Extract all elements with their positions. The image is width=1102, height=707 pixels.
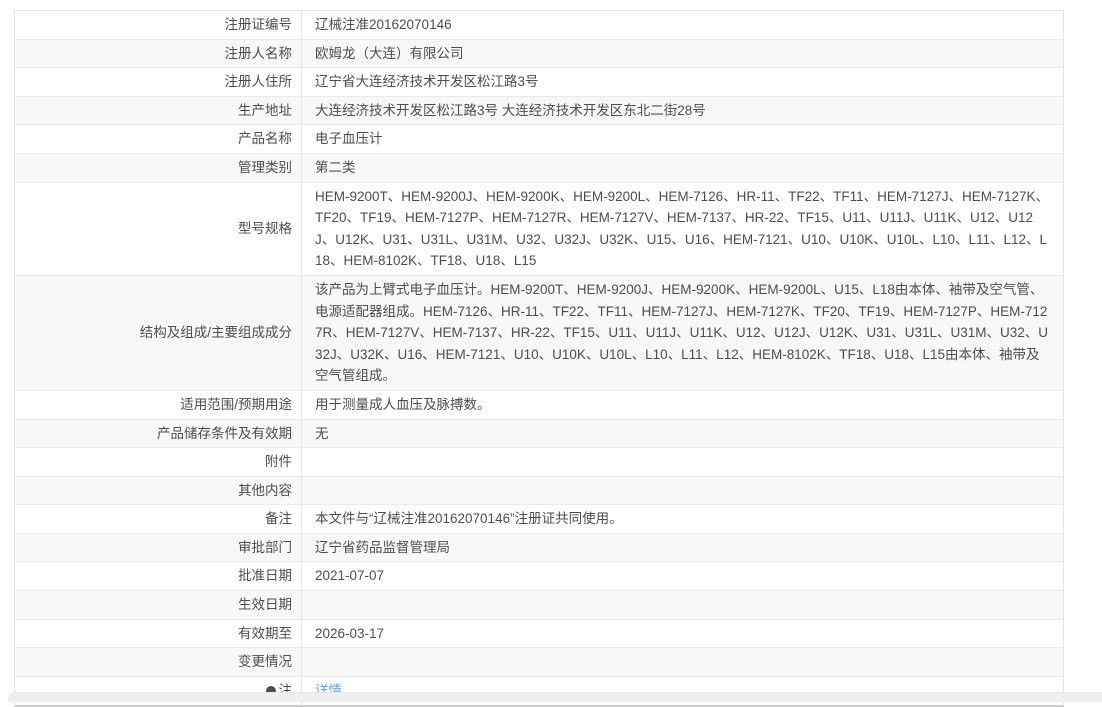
table-row: 附件 (15, 448, 1063, 477)
registration-info-table: 注册证编号 辽械注准20162070146 注册人名称 欧姆龙（大连）有限公司注册人住… (14, 10, 1064, 707)
table-row: 生产地址 大连经济技术开发区松江路3号 大连经济技术开发区东北二街28号 (15, 96, 1063, 126)
row-label: 生效日期 (15, 591, 302, 619)
row-label: 产品名称 (15, 125, 302, 153)
row-label-text: 管理类别 (238, 159, 292, 175)
table-row: 审批部门 辽宁省药品监督管理局 (15, 533, 1063, 563)
row-label: 注册人名称 (15, 39, 302, 68)
row-value (302, 448, 1063, 476)
row-label: 有效期至 (15, 619, 302, 648)
row-value-text: 电子血压计 (315, 131, 383, 147)
row-label-text: 备注 (265, 511, 292, 527)
row-label: 审批部门 (15, 533, 302, 562)
row-value: 第二类 (302, 154, 1063, 182)
row-value: 辽宁省药品监督管理局 (302, 534, 1063, 562)
table-row: 注册人名称 欧姆龙（大连）有限公司 (15, 39, 1063, 69)
row-label-text: 结构及组成/主要组成成分 (139, 325, 292, 341)
row-label-text: 产品储存条件及有效期 (157, 425, 292, 441)
table-row: 适用范围/预期用途 用于测量成人血压及脉搏数。 (15, 390, 1063, 420)
row-value-text: 辽械注准20162070146 (315, 17, 452, 32)
row-value: HEM-9200T、HEM-9200J、HEM-9200K、HEM-9200L、… (302, 183, 1063, 275)
row-label-text: 附件 (265, 454, 292, 470)
row-label-text: 生产地址 (238, 102, 292, 118)
row-label-text: 注册人住所 (224, 74, 293, 90)
row-value-text: 2026-03-17 (315, 625, 385, 641)
row-label: 批准日期 (15, 562, 302, 591)
table-row: 批准日期 2021-07-07 (15, 562, 1063, 592)
row-label: 生产地址 (15, 96, 302, 125)
table-row: 型号规格 HEM-9200T、HEM-9200J、HEM-9200K、HEM-92… (15, 182, 1063, 276)
row-label-text: 注册人名称 (224, 45, 293, 61)
row-value-text: 大连经济技术开发区松江路3号 大连经济技术开发区东北二街28号 (315, 102, 706, 118)
row-label-text: 批准日期 (238, 568, 292, 584)
table-row: 注册人住所 辽宁省大连经济技术开发区松江路3号 (15, 68, 1063, 97)
row-value-text: HEM-9200T、HEM-9200J、HEM-9200K、HEM-9200L、… (315, 188, 1049, 269)
table-row: 产品储存条件及有效期 无 (15, 419, 1063, 449)
row-label: 型号规格 (15, 182, 302, 275)
row-value: 欧姆龙（大连）有限公司 (302, 40, 1063, 68)
row-label-text: 注册证编号 (224, 17, 293, 32)
row-value (302, 648, 1063, 676)
row-value-text: 无 (315, 425, 329, 441)
table-row: 结构及组成/主要组成成分 该产品为上臂式电子血压计。HEM-9200T、HEM-9… (15, 275, 1063, 391)
row-value: 无 (302, 420, 1063, 448)
row-label: 其他内容 (15, 476, 302, 505)
row-label-text: 型号规格 (238, 220, 292, 236)
row-value-text: 该产品为上臂式电子血压计。HEM-9200T、HEM-9200J、HEM-920… (315, 281, 1048, 384)
row-value (302, 477, 1063, 505)
row-value-text: 2021-07-07 (315, 568, 385, 584)
row-label: 附件 (15, 448, 302, 476)
table-row: 产品名称 电子血压计 (15, 125, 1063, 154)
footer-panel-edge (8, 692, 1102, 702)
row-label-text: 适用范围/预期用途 (180, 396, 292, 412)
row-value: 电子血压计 (302, 125, 1063, 153)
row-value-text: 本文件与“辽械注准20162070146”注册证共同使用。 (315, 511, 623, 527)
row-label: 备注 (15, 505, 302, 533)
row-value (302, 591, 1063, 619)
table-row: 生效日期 (15, 591, 1063, 620)
row-value: 2026-03-17 (302, 620, 1063, 648)
row-value-text: 用于测量成人血压及脉搏数。 (315, 396, 491, 412)
row-label-text: 生效日期 (238, 597, 292, 613)
row-value: 辽械注准20162070146 (302, 11, 1063, 39)
row-label: 产品储存条件及有效期 (15, 419, 302, 448)
row-value: 用于测量成人血压及脉搏数。 (302, 391, 1063, 419)
row-label: 适用范围/预期用途 (15, 390, 302, 419)
row-value: 2021-07-07 (302, 562, 1063, 590)
row-label-text: 有效期至 (238, 625, 292, 641)
row-value: 该产品为上臂式电子血压计。HEM-9200T、HEM-9200J、HEM-920… (302, 276, 1063, 390)
row-value: 辽宁省大连经济技术开发区松江路3号 (302, 68, 1063, 96)
row-label-text: 变更情况 (238, 654, 292, 670)
row-value-text: 第二类 (315, 159, 356, 175)
table-row: 注册证编号 辽械注准20162070146 (15, 11, 1063, 40)
table-row: 备注 本文件与“辽械注准20162070146”注册证共同使用。 (15, 505, 1063, 534)
row-value-text: 辽宁省大连经济技术开发区松江路3号 (315, 74, 539, 90)
row-label: 结构及组成/主要组成成分 (15, 275, 302, 390)
row-value: 大连经济技术开发区松江路3号 大连经济技术开发区东北二街28号 (302, 97, 1063, 125)
row-value-text: 辽宁省药品监督管理局 (315, 539, 450, 555)
row-value: 本文件与“辽械注准20162070146”注册证共同使用。 (302, 505, 1063, 533)
row-label-text: 审批部门 (238, 539, 292, 555)
row-label-text: 产品名称 (238, 131, 292, 147)
row-label: 管理类别 (15, 153, 302, 182)
table-row: 其他内容 (15, 476, 1063, 506)
row-label: 变更情况 (15, 648, 302, 676)
row-label: 注册证编号 (15, 11, 302, 39)
row-label-text: 其他内容 (238, 482, 292, 498)
row-label: 注册人住所 (15, 68, 302, 96)
table-row: 变更情况 (15, 648, 1063, 677)
table-row: 管理类别 第二类 (15, 153, 1063, 183)
table-row: 有效期至 2026-03-17 (15, 619, 1063, 649)
row-value-text: 欧姆龙（大连）有限公司 (315, 45, 464, 61)
